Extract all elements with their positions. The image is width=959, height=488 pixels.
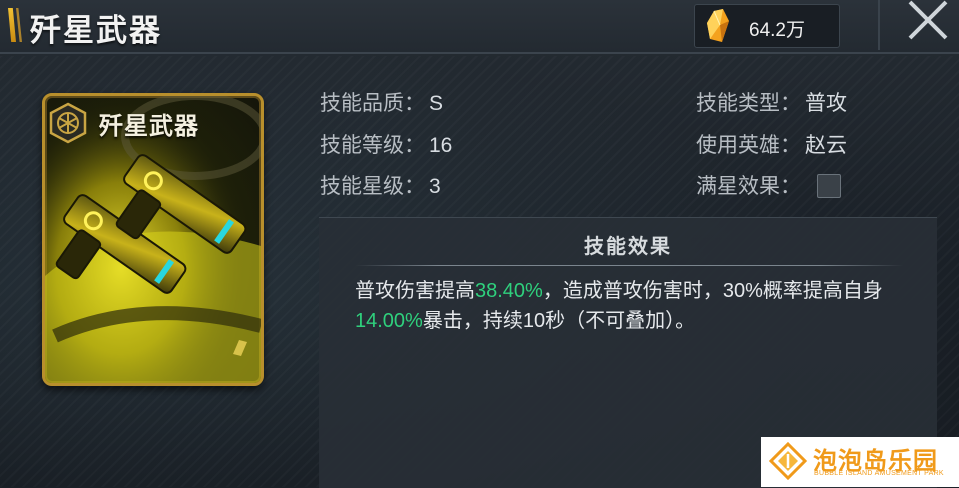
stat-fullstar: 满星效果：: [696, 173, 801, 201]
stat-type: 技能类型： 普攻: [696, 90, 847, 118]
stat-level: 技能等级： 16: [320, 132, 452, 160]
stat-level-label: 技能等级：: [320, 134, 425, 157]
stat-hero-value: 赵云: [805, 134, 847, 157]
weapon-card[interactable]: 歼星武器: [42, 93, 264, 386]
close-icon: [908, 0, 948, 40]
stat-quality-value: S: [429, 92, 444, 115]
currency-value: 64.2万: [749, 20, 805, 41]
watermark-subtitle: BUBBLE ISLAND AMUSEMENT PARK: [814, 470, 944, 477]
stat-star-value: 3: [429, 175, 441, 198]
card-title: 歼星武器: [99, 111, 199, 140]
close-button[interactable]: [904, 0, 950, 40]
stat-hero: 使用英雄： 赵云: [696, 132, 847, 160]
fullstar-checkbox[interactable]: [817, 174, 841, 198]
effect-text-part: ，造成普攻伤害时，30%概率提高自身: [542, 280, 883, 302]
stat-level-value: 16: [429, 134, 453, 157]
title-accent: [8, 8, 16, 42]
effect-highlight-value: 14.00%: [355, 310, 423, 332]
stat-type-value: 普攻: [805, 92, 847, 115]
effect-heading: 技能效果: [584, 236, 672, 258]
bubble-island-logo-icon: [769, 442, 807, 480]
gold-crystal-icon: [705, 9, 731, 43]
stat-quality-label: 技能品质：: [320, 92, 425, 115]
effect-text-part: 普攻伤害提高: [355, 280, 475, 302]
stat-hero-label: 使用英雄：: [696, 134, 801, 157]
effect-highlight-value: 38.40%: [475, 280, 543, 302]
effect-text-part: 暴击，持续10秒（不可叠加）。: [422, 310, 696, 332]
stat-type-label: 技能类型：: [696, 92, 801, 115]
header-bar: 歼星武器 64.2万: [0, 0, 959, 54]
card-corner-icon: [233, 340, 247, 356]
stat-star: 技能星级： 3: [320, 173, 441, 201]
stat-fullstar-label: 满星效果：: [696, 175, 801, 198]
hexagon-emblem-icon: [49, 102, 87, 144]
title-accent-secondary: [16, 8, 22, 42]
header-divider: [878, 0, 880, 50]
stat-quality: 技能品质： S: [320, 90, 443, 118]
effect-divider: [355, 265, 903, 266]
page-title: 歼星武器: [30, 13, 162, 49]
effect-description: 普攻伤害提高38.40%，造成普攻伤害时，30%概率提高自身 14.00%暴击，持…: [355, 276, 911, 336]
stat-star-label: 技能星级：: [320, 175, 425, 198]
currency-display[interactable]: 64.2万: [694, 4, 840, 48]
watermark: 泡泡岛乐园 BUBBLE ISLAND AMUSEMENT PARK: [761, 437, 959, 487]
